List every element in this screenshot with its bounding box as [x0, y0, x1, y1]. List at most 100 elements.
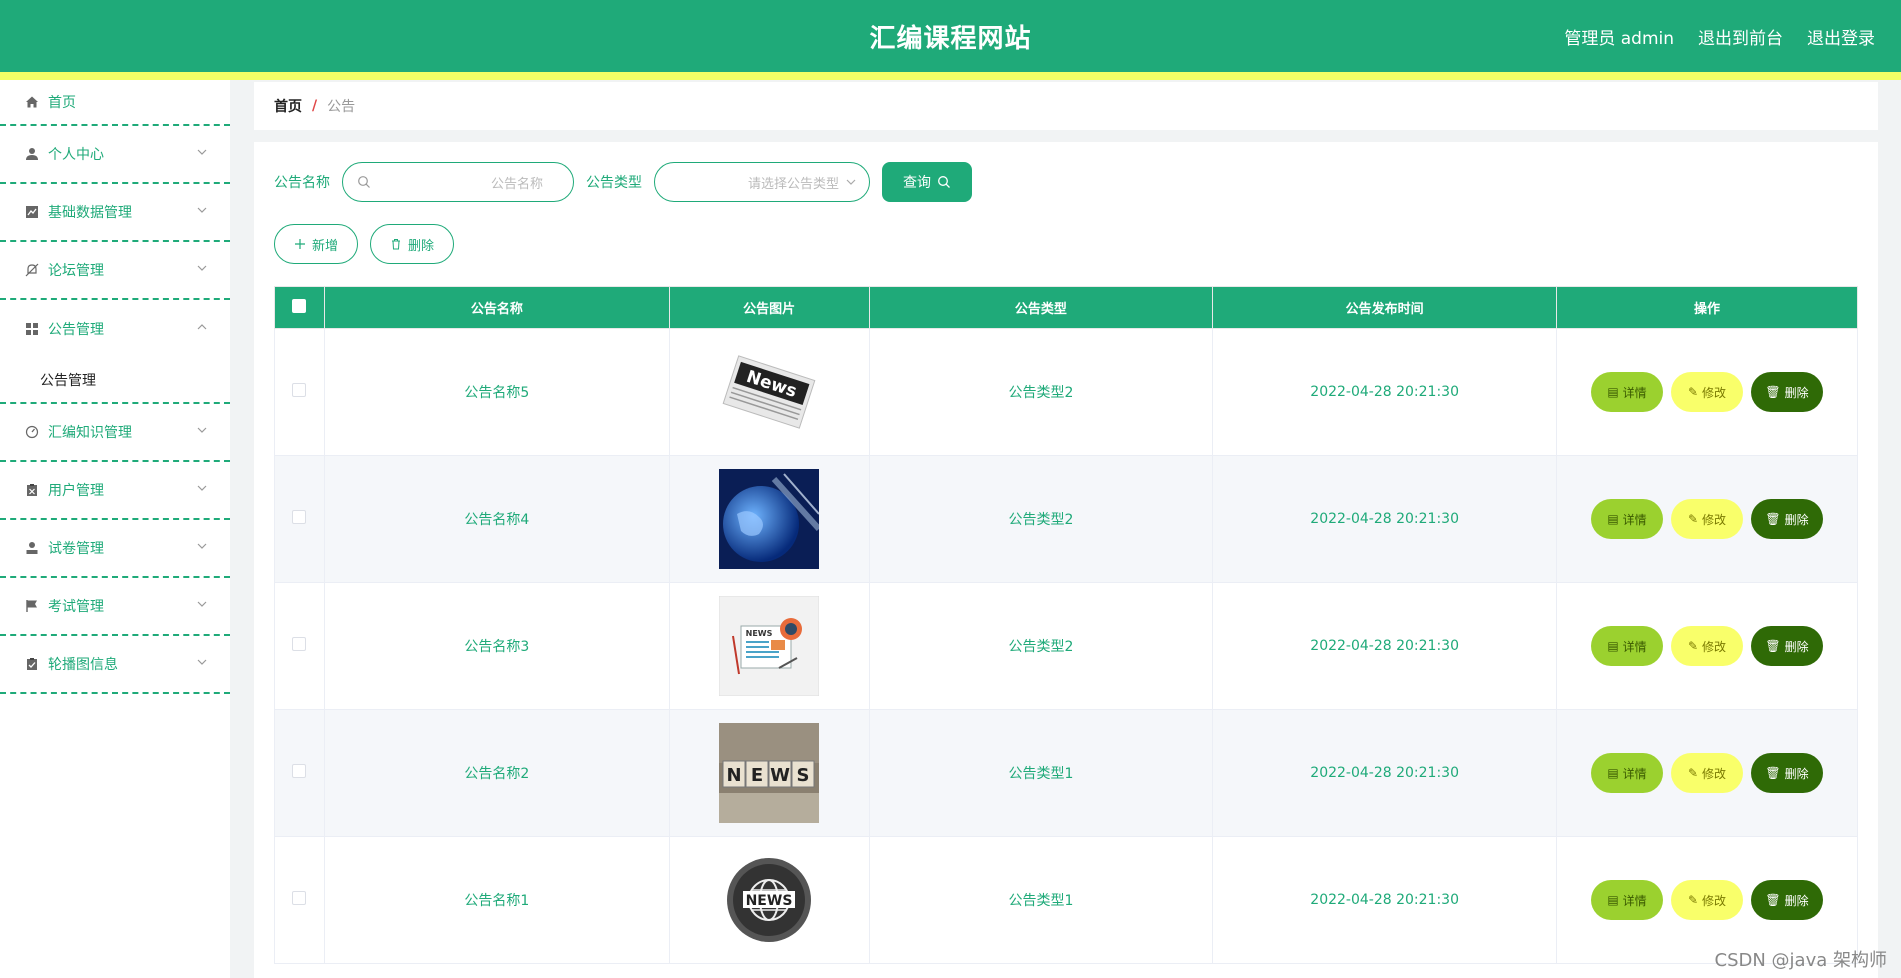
trash-icon: 🗑 [1765, 639, 1781, 653]
notice-name-label: 公告名称 [274, 175, 330, 191]
edit-button[interactable]: ✎ 修改 [1671, 372, 1744, 412]
edit-button[interactable]: ✎ 修改 [1671, 753, 1744, 793]
doc-icon: ▤ [1607, 893, 1619, 907]
notice-name-input[interactable]: 公告名称 [342, 162, 574, 202]
select-all-cell [274, 286, 325, 329]
table-header-row: 公告名称 公告图片 公告类型 公告发布时间 操作 [274, 286, 1858, 329]
notice-time-cell: 2022-04-28 20:21:30 [1212, 328, 1558, 456]
notice-image-cell: N E W S [668, 709, 870, 837]
trash-icon: 🗑 [1765, 512, 1781, 526]
row-checkbox[interactable] [292, 637, 307, 651]
sidebar: 首页 个人中心 基础数据管理 论坛管理 公告管理 公告管理 汇编知识管理 用户管… [0, 80, 230, 978]
table-row: 公告名称4 公告类型2 2022-04-28 20:21:30 ▤ 详情 ✎ 修… [274, 455, 1858, 583]
notice-name-cell: 公告名称1 [323, 836, 670, 964]
breadcrumb-home[interactable]: 首页 [274, 96, 302, 116]
watermark: CSDN @java 架构师 [1714, 950, 1887, 971]
detail-button[interactable]: ▤ 详情 [1591, 626, 1664, 666]
sidebar-item-home[interactable]: 首页 [0, 80, 230, 126]
detail-label: 详情 [1622, 385, 1647, 400]
back-to-front-link[interactable]: 退出到前台 [1698, 24, 1783, 49]
delete-label: 删除 [1784, 385, 1809, 400]
search-icon [938, 176, 950, 188]
edit-label: 修改 [1702, 893, 1727, 908]
sidebar-item-forum[interactable]: 论坛管理 [0, 242, 230, 300]
edit-label: 修改 [1702, 385, 1727, 400]
edit-button[interactable]: ✎ 修改 [1671, 626, 1744, 666]
trash-icon: 🗑 [1765, 893, 1781, 907]
sidebar-item-label: 用户管理 [48, 483, 104, 499]
table-row: 公告名称3 NEWS 公告类型2 2022-04-28 20:21:30 ▤ 详… [274, 582, 1858, 710]
edit-button[interactable]: ✎ 修改 [1671, 880, 1744, 920]
delete-button[interactable]: 🗑 删除 [1751, 372, 1824, 412]
ops-cell: ▤ 详情 ✎ 修改 🗑 删除 [1556, 455, 1858, 583]
column-header[interactable]: 公告类型 [868, 286, 1214, 329]
detail-button[interactable]: ▤ 详情 [1591, 753, 1664, 793]
edit-label: 修改 [1702, 512, 1727, 527]
edit-button[interactable]: ✎ 修改 [1671, 499, 1744, 539]
detail-button[interactable]: ▤ 详情 [1591, 880, 1664, 920]
notice-image-cell [668, 455, 870, 583]
ops-cell: ▤ 详情 ✎ 修改 🗑 删除 [1556, 582, 1858, 710]
sidebar-item-label: 基础数据管理 [48, 205, 132, 221]
sidebar-item-basic-data[interactable]: 基础数据管理 [0, 184, 230, 242]
notice-time-cell: 2022-04-28 20:21:30 [1212, 455, 1558, 583]
column-header[interactable]: 公告发布时间 [1212, 286, 1558, 329]
sidebar-subitem-notice-manage[interactable]: 公告管理 [0, 358, 230, 402]
sidebar-item-knowledge[interactable]: 汇编知识管理 [0, 404, 230, 462]
ops-cell: ▤ 详情 ✎ 修改 🗑 删除 [1556, 328, 1858, 456]
notice-type-select[interactable]: 请选择公告类型 [654, 162, 870, 202]
column-header[interactable]: 公告名称 [323, 286, 670, 329]
column-header[interactable]: 公告图片 [668, 286, 870, 329]
delete-button[interactable]: 🗑 删除 [1751, 499, 1824, 539]
query-button[interactable]: 查询 [882, 162, 972, 202]
chevron-down-icon [197, 427, 207, 433]
sidebar-item-users[interactable]: 用户管理 [0, 462, 230, 520]
sidebar-item-notice[interactable]: 公告管理 [0, 300, 230, 358]
batch-delete-label: 删除 [407, 238, 434, 254]
sidebar-item-label: 试卷管理 [48, 541, 104, 557]
notice-type-cell: 公告类型2 [868, 328, 1214, 456]
notice-type-cell: 公告类型1 [868, 836, 1214, 964]
top-header: 汇编课程网站 管理员 admin 退出到前台 退出登录 [0, 0, 1901, 72]
delete-button[interactable]: 🗑 删除 [1751, 880, 1824, 920]
row-checkbox[interactable] [292, 510, 307, 524]
notice-type-cell: 公告类型2 [868, 582, 1214, 710]
add-button[interactable]: 新增 [274, 224, 358, 264]
trash-icon [391, 239, 400, 250]
select-all-checkbox[interactable] [292, 298, 307, 313]
delete-button[interactable]: 🗑 删除 [1751, 753, 1824, 793]
table-row: 公告名称1 NEWS 公告类型1 2022-04-28 20:21:30 ▤ 详… [274, 836, 1858, 964]
newspaper-news-image: News [719, 342, 820, 442]
logout-link[interactable]: 退出登录 [1807, 24, 1875, 49]
doc-icon: ▤ [1607, 766, 1619, 780]
detail-button[interactable]: ▤ 详情 [1591, 372, 1664, 412]
pencil-icon: ✎ [1687, 766, 1699, 780]
chevron-down-icon [197, 659, 207, 665]
detail-button[interactable]: ▤ 详情 [1591, 499, 1664, 539]
row-checkbox[interactable] [292, 764, 307, 778]
sidebar-item-papers[interactable]: 试卷管理 [0, 520, 230, 578]
row-checkbox[interactable] [292, 891, 307, 905]
edit-label: 修改 [1702, 639, 1727, 654]
sidebar-item-exams[interactable]: 考试管理 [0, 578, 230, 636]
chevron-up-icon [197, 324, 207, 330]
admin-label[interactable]: 管理员 admin [1564, 24, 1674, 49]
doc-icon: ▤ [1607, 385, 1619, 399]
notice-image-cell: NEWS [668, 582, 870, 710]
svg-text:S: S [797, 765, 810, 786]
notice-time-cell: 2022-04-28 20:21:30 [1212, 836, 1558, 964]
news-globe-badge-image: NEWS [719, 850, 820, 950]
sidebar-item-label: 公告管理 [48, 322, 104, 338]
sidebar-item-carousel[interactable]: 轮播图信息 [0, 636, 230, 694]
flag-icon [24, 598, 40, 614]
table-row: 公告名称2 N E W S 公告类型1 2022-04-28 20:21:30 … [274, 709, 1858, 837]
header-links: 管理员 admin 退出到前台 退出登录 [1564, 24, 1875, 49]
row-checkbox[interactable] [292, 383, 307, 397]
delete-button[interactable]: 🗑 删除 [1751, 626, 1824, 666]
batch-delete-button[interactable]: 删除 [370, 224, 454, 264]
chevron-down-icon [197, 601, 207, 607]
sidebar-item-profile[interactable]: 个人中心 [0, 126, 230, 184]
main-panel: 公告名称 公告名称 公告类型 请选择公告类型 查询 新增 删除 公告名称 公告图… [254, 142, 1878, 978]
breadcrumb: 首页 / 公告 [254, 82, 1878, 130]
add-button-label: 新增 [311, 238, 338, 254]
